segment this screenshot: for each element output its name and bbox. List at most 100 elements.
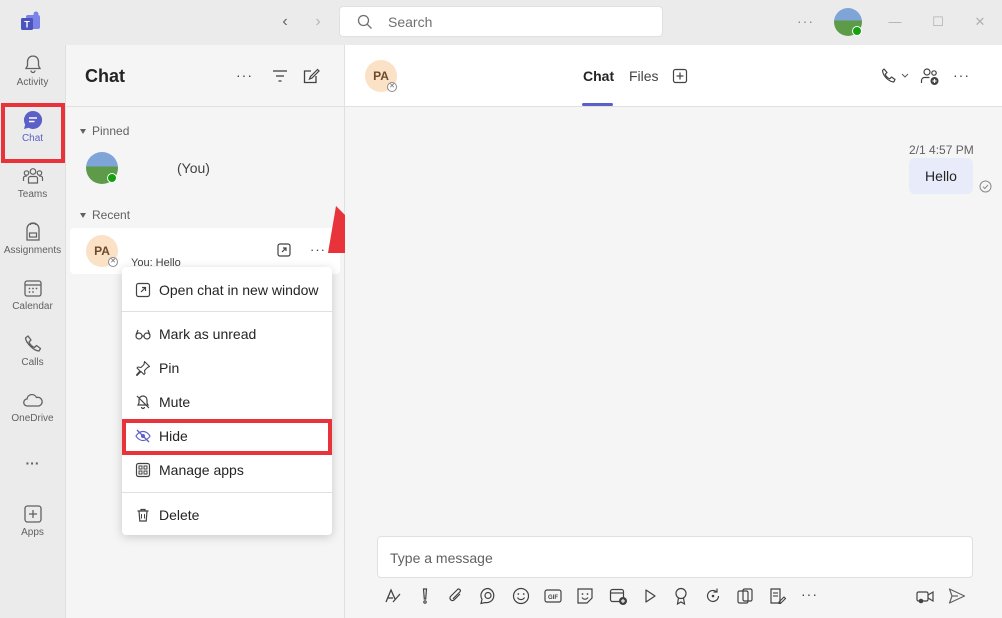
chat-header: PA ✕ Chat Files ··· (345, 45, 1002, 107)
rail-item-calls[interactable]: Calls (0, 325, 65, 381)
rail-item-label: OneDrive (11, 413, 54, 424)
pinned-section-header[interactable]: Pinned (80, 124, 129, 138)
menu-item-pin[interactable]: Pin (122, 353, 332, 383)
message-bubble[interactable]: Hello (909, 158, 973, 194)
pin-icon (135, 360, 151, 376)
apps-grid-icon (135, 462, 151, 478)
presence-available-icon (107, 173, 117, 183)
new-chat-compose-icon[interactable] (302, 67, 320, 85)
pinned-label: Pinned (92, 124, 130, 138)
loop-icon[interactable] (478, 586, 498, 606)
maximize-button[interactable]: ☐ (928, 12, 948, 32)
hide-highlight-box (122, 419, 332, 455)
compose-box[interactable] (377, 536, 973, 578)
rail-item-onedrive[interactable]: OneDrive (0, 381, 65, 437)
message-seen-check-icon (979, 180, 992, 193)
trash-icon (137, 508, 149, 522)
menu-item-mute[interactable]: Mute (122, 387, 332, 417)
title-bar: T ‹ › ··· — ☐ ✕ (0, 0, 1002, 45)
menu-item-label: Mute (159, 394, 191, 410)
back-button[interactable]: ‹ (275, 12, 295, 32)
tab-chat[interactable]: Chat (583, 68, 614, 84)
collapse-triangle-icon (80, 129, 86, 134)
attach-icon[interactable] (446, 586, 466, 606)
menu-item-manage-apps[interactable]: Manage apps (122, 455, 332, 485)
profile-avatar[interactable] (834, 8, 862, 36)
emoji-icon[interactable] (511, 586, 531, 606)
menu-divider (122, 311, 332, 312)
sticker-icon[interactable] (575, 586, 595, 606)
rail-item-label: Calendar (12, 301, 53, 312)
rail-item-activity[interactable]: Activity (0, 45, 65, 101)
chat-header-more-button[interactable]: ··· (953, 67, 970, 83)
praise-icon[interactable] (671, 586, 691, 606)
rail-item-label: Teams (17, 189, 48, 200)
menu-divider (122, 492, 332, 493)
menu-item-label: Pin (159, 360, 180, 376)
tab-files[interactable]: Files (629, 68, 659, 84)
rail-item-teams[interactable]: Teams (0, 157, 65, 213)
add-people-icon[interactable] (920, 66, 940, 86)
more-compose-options-button[interactable]: ··· (801, 586, 821, 606)
add-tab-icon[interactable] (672, 68, 688, 84)
rail-item-label: Calls (21, 357, 44, 368)
rail-item-calendar[interactable]: Calendar (0, 269, 65, 325)
chat-context-menu: Open chat in new window Mark as unread P… (122, 267, 332, 535)
menu-item-label: Open chat in new window (159, 282, 319, 298)
chat-rail-highlight-box (1, 103, 65, 163)
pinned-chat-avatar[interactable] (86, 152, 118, 184)
settings-more-button[interactable]: ··· (797, 13, 814, 29)
format-icon[interactable] (383, 586, 403, 606)
teams-icon (22, 168, 43, 184)
minimize-button[interactable]: — (885, 12, 905, 32)
forms-icon[interactable] (767, 586, 787, 606)
presence-offline-icon: ✕ (108, 257, 118, 267)
recent-label: Recent (92, 208, 131, 222)
svg-text:T: T (24, 20, 30, 30)
filter-icon[interactable] (271, 67, 289, 85)
chat-list-title: Chat (85, 66, 125, 86)
call-dropdown-icon[interactable] (880, 67, 912, 85)
rail-item-label: Apps (21, 527, 44, 538)
presence-offline-icon: ✕ (387, 82, 397, 92)
chat-more-options-button[interactable]: ··· (236, 67, 254, 85)
rail-more-apps-button[interactable]: ··· (0, 447, 65, 477)
important-icon[interactable] (415, 586, 435, 606)
close-button[interactable]: ✕ (970, 12, 990, 32)
pop-out-icon (135, 282, 151, 298)
recent-section-header[interactable]: Recent (80, 208, 130, 222)
cloud-icon (22, 393, 43, 407)
gif-icon[interactable]: GIF (543, 586, 563, 606)
forward-button[interactable]: › (308, 12, 328, 32)
pinned-chat-name[interactable]: (You) (177, 160, 210, 176)
send-icon[interactable] (947, 586, 967, 606)
glasses-icon (135, 329, 151, 340)
more-dots-icon: ··· (25, 455, 40, 471)
active-tab-indicator (582, 103, 613, 106)
bell-icon (24, 55, 41, 74)
backpack-icon (25, 222, 40, 241)
menu-item-open-new-window[interactable]: Open chat in new window (122, 275, 332, 305)
teams-logo-icon[interactable]: T (20, 11, 42, 33)
message-input[interactable] (390, 549, 950, 567)
bell-muted-icon (136, 395, 150, 410)
search-input[interactable] (388, 13, 648, 31)
chat-list-header: Chat ··· (66, 45, 344, 107)
collapse-triangle-icon (80, 213, 86, 218)
menu-item-delete[interactable]: Delete (122, 500, 332, 530)
stream-icon[interactable] (640, 586, 660, 606)
rail-item-assignments[interactable]: Assignments (0, 213, 65, 269)
message-timestamp: 2/1 4:57 PM (909, 143, 974, 157)
menu-item-label: Manage apps (159, 462, 244, 478)
svg-text:GIF: GIF (548, 595, 558, 601)
onenote-icon[interactable] (735, 586, 755, 606)
rail-item-apps[interactable]: Apps (0, 495, 65, 551)
menu-item-mark-unread[interactable]: Mark as unread (122, 319, 332, 349)
video-clip-icon[interactable] (915, 586, 935, 606)
pop-out-icon[interactable] (277, 243, 291, 257)
loop-arrow-icon[interactable] (703, 586, 723, 606)
schedule-meeting-icon[interactable] (608, 586, 628, 606)
calendar-icon (23, 280, 42, 297)
menu-item-label: Delete (159, 507, 200, 523)
search-box[interactable] (339, 6, 663, 37)
